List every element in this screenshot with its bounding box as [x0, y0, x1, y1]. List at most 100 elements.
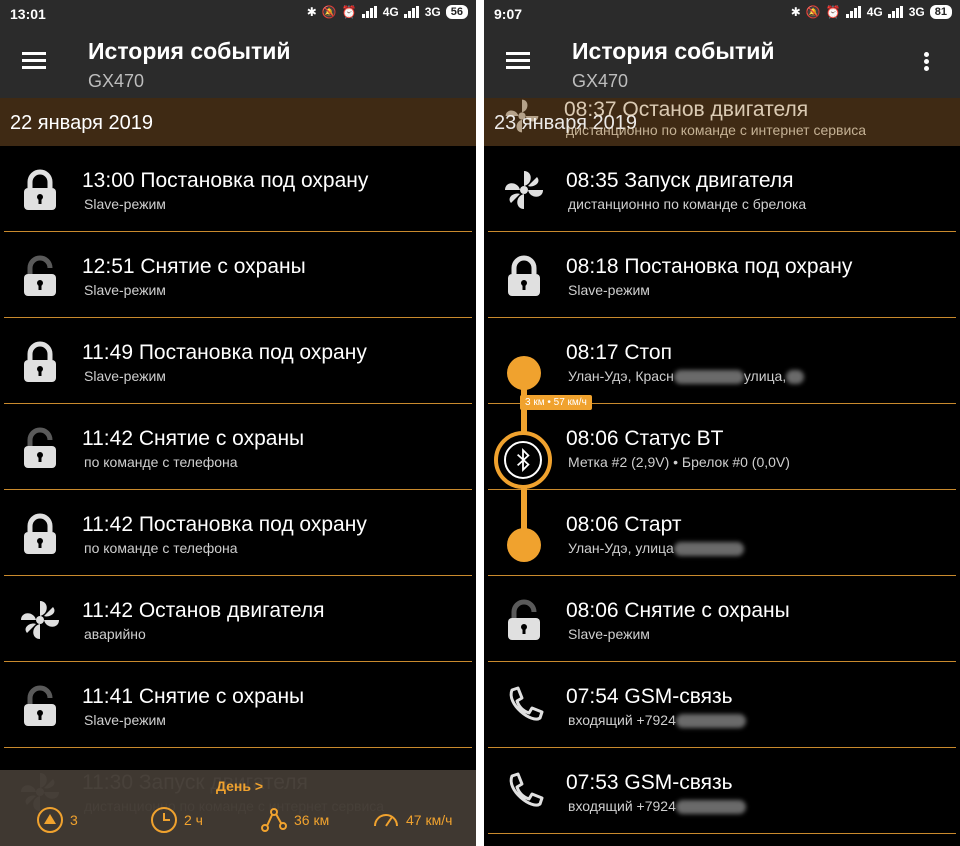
hamburger-menu-icon[interactable] [506, 52, 530, 70]
event-row[interactable]: 12:51 Снятие с охраны Slave-режим [4, 232, 472, 318]
date-label: 22 января 2019 [10, 112, 153, 134]
phone-icon [502, 684, 546, 728]
stop-dot-icon[interactable] [507, 356, 541, 390]
event-row[interactable]: 08:35 Запуск двигателя дистанционно по ко… [488, 146, 956, 232]
event-subtitle: по команде с телефона [84, 454, 238, 470]
event-title: 11:42 Постановка под охрану [82, 513, 367, 536]
event-subtitle-text: Slave-режим [568, 282, 650, 298]
network-type-2: 3G [908, 5, 925, 19]
battery-icon: 56 [445, 5, 468, 19]
hamburger-menu-icon[interactable] [22, 52, 46, 70]
event-subtitle-text: Slave-режим [84, 712, 166, 728]
event-title: 11:42 Останов двигателя [82, 599, 325, 622]
event-subtitle-text: Улан-Удэ, Красн [568, 368, 674, 384]
status-time: 13:01 [10, 6, 46, 22]
lock-open-icon [502, 598, 546, 642]
redacted-text [675, 714, 746, 729]
event-title: 11:49 Постановка под охрану [82, 341, 367, 364]
event-row[interactable]: 11:41 Снятие с охраны Slave-режим [4, 662, 472, 748]
event-title: 08:17 Стоп [566, 341, 672, 364]
event-row[interactable]: 08:18 Постановка под охрану Slave-режим [488, 232, 956, 318]
mute-icon: 🔕 [321, 5, 337, 19]
event-subtitle: Slave-режим [568, 282, 650, 298]
fan-icon [502, 168, 546, 212]
event-subtitle: дистанционно по команде с интернет серви… [566, 122, 867, 138]
event-title: 11:42 Снятие с охраны [82, 427, 305, 450]
event-row[interactable]: 11:49 Постановка под охрану Slave-режим [4, 318, 472, 404]
distance-stat: 36 км [260, 806, 329, 834]
event-row[interactable]: 08:06 Снятие с охраны Slave-режим [488, 576, 956, 662]
event-row[interactable]: 08:17 Стоп Улан-Удэ, Красн улица, [488, 318, 956, 404]
event-subtitle-text: аварийно [84, 626, 146, 642]
lock-open-icon [18, 254, 62, 298]
event-subtitle-text: дистанционно по команде с брелока [568, 196, 807, 212]
summary-footer: День > 3 2 ч 36 км 47 км/ч [0, 770, 476, 846]
event-row[interactable]: 07:54 GSM-связь входящий +7924 [488, 662, 956, 748]
battery-icon: 81 [929, 5, 952, 19]
network-type-1: 4G [382, 5, 399, 19]
page-subtitle: GX470 [572, 71, 629, 91]
event-row[interactable]: 11:42 Останов двигателя аварийно [4, 576, 472, 662]
event-title: 11:41 Снятие с охраны [82, 685, 305, 708]
event-subtitle-text: по команде с телефона [84, 540, 238, 556]
lock-open-icon [18, 426, 62, 470]
event-subtitle-text: Метка #2 (2,9V) • Брелок #0 (0,0V) [568, 454, 790, 470]
speed-stat: 47 км/ч [372, 806, 452, 834]
date-header-overlay: 23 января 2019 08:37 Останов двигателя д… [484, 98, 960, 146]
more-options-icon[interactable] [924, 52, 930, 72]
page-title: История событий [572, 38, 775, 64]
event-subtitle-text: Slave-режим [84, 196, 166, 212]
event-title: 08:18 Постановка под охрану [566, 255, 853, 278]
event-subtitle: Улан-Удэ, Красн улица, [568, 368, 805, 385]
event-row[interactable]: 07:53 GSM-связь входящий +7924 [488, 748, 956, 834]
event-subtitle-text-2: улица, [743, 368, 787, 384]
event-title: 08:06 Статус BT [566, 427, 724, 450]
event-subtitle-text: Slave-режим [568, 626, 650, 642]
network-type-1: 4G [866, 5, 883, 19]
event-subtitle: Slave-режим [84, 368, 166, 384]
event-subtitle: входящий +7924 [568, 798, 746, 815]
event-title: 08:06 Старт [566, 513, 682, 536]
event-title: 08:06 Снятие с охраны [566, 599, 790, 622]
alarm-clock-icon: ⏰ [341, 5, 357, 19]
app-bar: История событий GX470 [0, 30, 476, 98]
day-link[interactable]: День > [216, 778, 263, 794]
event-subtitle: Slave-режим [84, 282, 166, 298]
signal-icon [361, 6, 378, 18]
event-subtitle-text: входящий +7924 [568, 712, 676, 728]
time-value: 2 ч [184, 812, 203, 828]
event-row[interactable]: 11:42 Постановка под охрану по команде с … [4, 490, 472, 576]
speedometer-icon [374, 814, 398, 827]
bluetooth-icon[interactable] [494, 431, 552, 489]
event-row[interactable]: 08:06 Статус BT Метка #2 (2,9V) • Брелок … [488, 404, 956, 490]
page-subtitle: GX470 [88, 71, 145, 91]
start-dot-icon[interactable] [507, 528, 541, 562]
alarm-clock-icon: ⏰ [825, 5, 841, 19]
track-label: 3 км • 57 км/ч [520, 395, 592, 410]
route-icon [261, 808, 287, 832]
lock-open-icon [18, 684, 62, 728]
event-subtitle-text: по команде с телефона [84, 454, 238, 470]
event-title: 07:53 GSM-связь [566, 771, 733, 794]
event-row[interactable]: 11:42 Снятие с охраны по команде с телефо… [4, 404, 472, 490]
bluetooth-rune-icon [517, 447, 530, 473]
event-row[interactable]: 08:06 Старт Улан-Удэ, улица [488, 490, 956, 576]
event-row[interactable]: 13:00 Постановка под охрану Slave-режим [4, 146, 472, 232]
event-title: 08:35 Запуск двигателя [566, 169, 794, 192]
event-list: 08:35 Запуск двигателя дистанционно по ко… [484, 146, 960, 834]
bluetooth-status-icon: ✱ [306, 5, 317, 19]
redacted-text [675, 800, 746, 815]
event-list: 13:00 Постановка под охрану Slave-режим 12… [0, 146, 476, 834]
bluetooth-status-icon: ✱ [790, 5, 801, 19]
page-title: История событий [88, 38, 291, 64]
event-subtitle: Slave-режим [84, 196, 166, 212]
event-subtitle: дистанционно по команде с брелока [568, 196, 806, 212]
event-title: 13:00 Постановка под охрану [82, 169, 369, 192]
time-stat: 2 ч [150, 806, 203, 834]
status-bar: 9:07 ✱ 🔕 ⏰ 4G 3G 81 [484, 0, 960, 30]
status-bar: 13:01 ✱ 🔕 ⏰ 4G 3G 56 [0, 0, 476, 30]
lock-closed-icon [18, 512, 62, 556]
event-subtitle: Улан-Удэ, улица [568, 540, 744, 557]
event-subtitle: аварийно [84, 626, 146, 642]
alarm-stat: 3 [36, 806, 78, 834]
